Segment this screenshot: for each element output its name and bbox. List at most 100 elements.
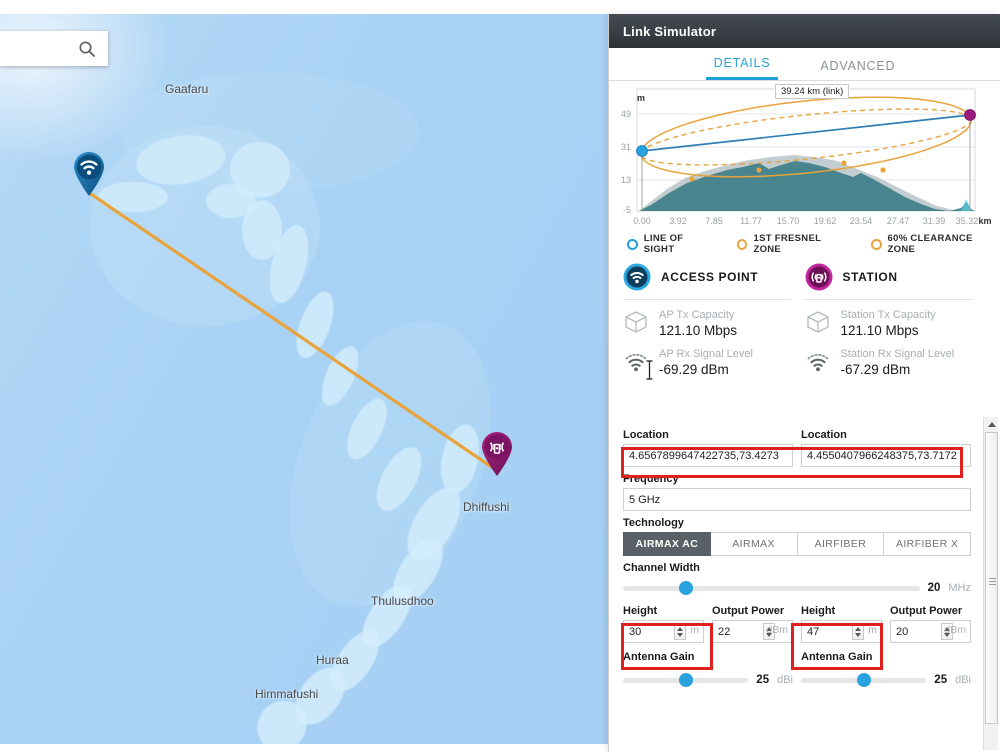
location-input-right[interactable] — [801, 444, 971, 467]
height-label-left: Height — [623, 605, 658, 617]
x-tick: 35.32 — [956, 216, 979, 226]
technology-option-airfiber[interactable]: AIRFIBER — [797, 532, 885, 556]
link-simulator-panel: Link Simulator DETAILS ADVANCED 39.24 km… — [608, 14, 1000, 752]
endpoint-header: ACCESS POINT — [623, 263, 805, 299]
x-tick: 7.85 — [705, 216, 723, 226]
metric-label: AP Tx Capacity — [659, 309, 735, 321]
technology-option-airmax[interactable]: AIRMAX — [710, 532, 798, 556]
channel-width-value: 20 — [927, 582, 941, 594]
endpoint-header: STATION — [805, 263, 987, 299]
map-label-huraa: Huraa — [316, 653, 349, 667]
x-axis-unit: km — [978, 216, 991, 226]
y-tick: -5 — [623, 205, 631, 215]
x-tick: 15.70 — [777, 216, 800, 226]
slider-knob[interactable] — [679, 581, 694, 595]
height-unit-left: m — [690, 624, 699, 636]
legend-1st-fresnel-zone[interactable]: 1ST FRESNEL ZONE — [736, 233, 849, 255]
slider-knob[interactable] — [679, 673, 694, 687]
location-label-right: Location — [801, 429, 847, 441]
access-point-pin[interactable] — [70, 149, 106, 196]
output-power-unit-left: dBm — [766, 624, 788, 636]
technology-option-airmax-ac[interactable]: AIRMAX AC — [623, 532, 711, 556]
y-tick: 13 — [621, 175, 631, 185]
access-point-badge-icon — [623, 263, 651, 291]
search-icon[interactable] — [78, 40, 96, 58]
endpoint-title: STATION — [842, 270, 898, 284]
y-tick: 49 — [621, 109, 631, 119]
metric-station-rx-signal-level: Station Rx Signal Level -67.29 dBm — [805, 339, 987, 378]
x-tick: 31.39 — [923, 216, 946, 226]
location-labels-row: Location Location — [623, 423, 971, 444]
tab-advanced[interactable]: ADVANCED — [812, 55, 903, 80]
text-cursor-icon — [645, 359, 654, 381]
technology-segmented-control: AIRMAX AC AIRMAX AIRFIBER AIRFIBER X — [623, 532, 971, 556]
legend-marker-icon — [736, 238, 748, 250]
slider-knob[interactable] — [857, 673, 872, 687]
map-search-box[interactable] — [0, 31, 108, 66]
x-tick: 27.47 — [887, 216, 910, 226]
scrollbar-thumb[interactable] — [985, 432, 998, 724]
technology-option-airfiber-x[interactable]: AIRFIBER X — [884, 532, 971, 556]
zone-marker — [841, 160, 847, 166]
metric-label: AP Rx Signal Level — [659, 348, 753, 360]
legend-label: 60% CLEARANCE ZONE — [887, 233, 973, 255]
legend-line-of-sight[interactable]: LINE OF SIGHT — [627, 233, 715, 255]
antenna-gain-label-left: Antenna Gain — [623, 651, 695, 663]
antenna-gain-slider-left[interactable] — [623, 673, 749, 687]
station-pin[interactable] — [478, 429, 514, 476]
station-badge-icon — [805, 263, 833, 291]
y-tick: 31 — [621, 142, 631, 152]
frequency-label: Frequency — [623, 473, 679, 485]
tab-details[interactable]: DETAILS — [705, 52, 779, 80]
link-simulator-screen: Gaafaru Dhiffushi Thulusdhoo Huraa Himma… — [0, 0, 1000, 752]
wifi-icon[interactable] — [70, 149, 108, 197]
zone-marker — [756, 167, 762, 173]
output-power-label-right: Output Power — [890, 605, 963, 617]
wifi-signal-icon — [805, 348, 831, 374]
x-tick: 11.77 — [740, 216, 762, 226]
map-label-gaafaru: Gaafaru — [165, 82, 209, 96]
form-scrollbar[interactable] — [983, 417, 998, 750]
antenna-gain-unit-left: dBi — [777, 674, 793, 686]
y-axis-unit: m — [637, 93, 645, 103]
metric-label: Station Tx Capacity — [840, 309, 936, 321]
channel-width-row: 20 MHz — [623, 581, 971, 595]
antenna-gain-sliders-row: 25 dBi 25 dBi — [623, 666, 971, 687]
output-power-label-left: Output Power — [712, 605, 785, 617]
antenna-gain-labels-row: Antenna Gain Antenna Gain — [623, 645, 971, 666]
metric-value: 121.10 Mbps — [840, 323, 919, 338]
height-stepper-right[interactable] — [852, 623, 864, 640]
legend-marker-icon — [870, 238, 882, 250]
legend-60-clearance-zone[interactable]: 60% CLEARANCE ZONE — [870, 233, 1000, 255]
cube-icon — [805, 309, 831, 335]
antenna-gain-slider-right[interactable] — [801, 673, 927, 687]
metric-ap-tx-capacity: AP Tx Capacity 121.10 Mbps — [623, 300, 805, 339]
search-input[interactable] — [18, 40, 78, 57]
channel-width-slider[interactable] — [623, 581, 920, 595]
location-input-left[interactable] — [623, 444, 793, 467]
frequency-input[interactable] — [623, 488, 971, 511]
metric-label: Station Rx Signal Level — [840, 348, 955, 360]
x-tick: 3.92 — [669, 216, 687, 226]
height-stepper-left[interactable] — [674, 623, 686, 640]
panel-title-bar: Link Simulator — [609, 14, 1000, 48]
metric-station-tx-capacity: Station Tx Capacity 121.10 Mbps — [805, 300, 987, 339]
scroll-up-arrow-icon[interactable] — [984, 417, 999, 431]
endpoint-title: ACCESS POINT — [661, 270, 759, 284]
antenna-gain-value-right: 25 — [934, 674, 948, 686]
link-profile-chart: 39.24 km (link) m 49 31 13 -5 0.00 3.92 … — [609, 81, 1000, 229]
map-label-himmafushi: Himmafushi — [255, 687, 319, 701]
antenna-icon[interactable] — [478, 429, 516, 477]
technology-label: Technology — [623, 517, 684, 529]
x-tick: 19.62 — [814, 216, 837, 226]
metric-value: -67.29 dBm — [840, 362, 911, 377]
slider-track — [623, 586, 920, 591]
legend-marker-icon — [627, 238, 638, 250]
endpoint-station: STATION Station Tx Capacity 121.10 Mbps — [804, 263, 987, 378]
location-inputs-row — [623, 444, 971, 467]
channel-width-label: Channel Width — [623, 562, 700, 574]
x-tick: 0.00 — [633, 216, 651, 226]
map-canvas[interactable]: Gaafaru Dhiffushi Thulusdhoo Huraa Himma… — [0, 14, 608, 744]
legend-label: LINE OF SIGHT — [643, 233, 684, 255]
channel-width-unit: MHz — [948, 582, 971, 594]
